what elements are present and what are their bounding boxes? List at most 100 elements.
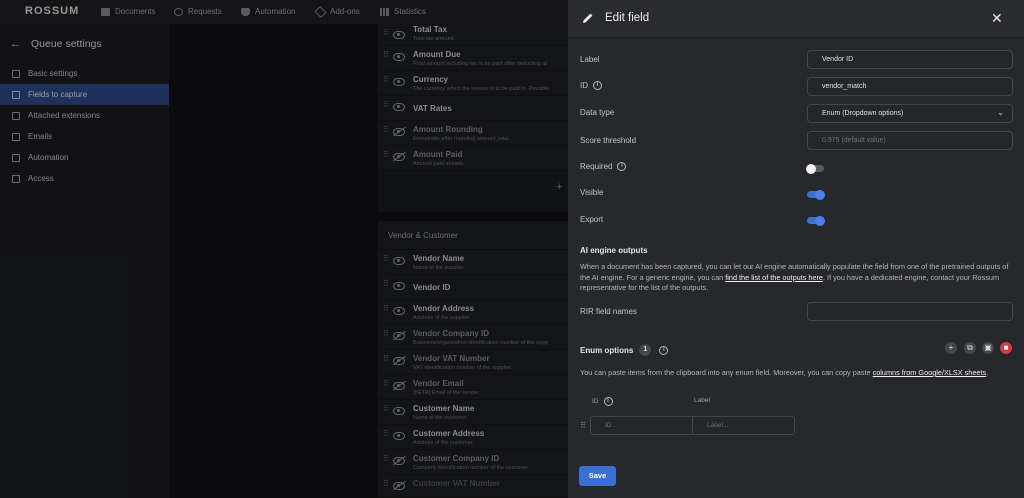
sidebar-item-attached-extensions[interactable]: Attached extensions [0,105,169,126]
field-row[interactable]: ⠿ Vendor Name Name of the supplier. [378,250,568,275]
eye-off-icon[interactable] [393,382,405,390]
option-label-input[interactable]: Label... [692,416,795,435]
eye-icon[interactable] [393,103,405,111]
drag-handle-icon[interactable]: ⠿ [383,151,389,159]
drag-handle-icon[interactable]: ⠿ [383,480,389,488]
option-id-input[interactable]: ID... [590,416,693,435]
required-toggle[interactable] [806,163,824,174]
sidebar-item-access[interactable]: Access [0,168,169,189]
automation-icon [241,7,250,16]
info-icon[interactable]: i [617,162,627,171]
nav-statistics[interactable]: Statistics [380,7,426,16]
eye-off-icon[interactable] [393,128,405,136]
field-name: Customer Company ID [413,454,500,463]
drag-handle-icon[interactable]: ⠿ [383,51,389,59]
field-row[interactable]: ⠿ Customer Company ID Company identificati… [378,450,568,475]
drag-handle-icon[interactable]: ⠿ [383,280,389,288]
id-input[interactable]: vendor_match [807,77,1013,96]
eye-icon[interactable] [393,257,405,265]
field-row[interactable]: ⠿ Amount Due Final amount including tax to… [378,46,568,71]
save-button[interactable]: Save [579,466,616,486]
statistics-icon [380,7,389,16]
eye-icon[interactable] [393,31,405,39]
nav-documents[interactable]: Documents [101,7,155,16]
nav-label: Add-ons [330,7,360,16]
sidebar-item-basic-settings[interactable]: Basic settings [0,63,169,84]
nav-requests[interactable]: Requests [174,7,222,16]
field-row[interactable]: ⠿ Customer VAT Number [378,475,568,498]
drag-handle-icon[interactable]: ⠿ [383,330,389,338]
score-threshold-input[interactable]: 0.975 (default value) [807,131,1013,150]
sidebar-item-fields-to-capture[interactable]: Fields to capture [0,84,169,105]
fields-icon [12,90,20,99]
sidebar-item-emails[interactable]: Emails [0,126,169,147]
field-name: Customer VAT Number [413,479,500,488]
data-type-select[interactable]: Enum (Dropdown options) ⌄ [807,104,1013,123]
eye-icon[interactable] [393,407,405,415]
sidebar-item-label: Access [28,174,54,183]
field-row[interactable]: ⠿ Amount Rounding Remainder after rounding… [378,121,568,146]
vendor-section: ⠿ Vendor Name Name of the supplier. ⠿ Vendo… [378,250,568,498]
rir-field-names-input[interactable] [807,302,1013,321]
eye-icon[interactable] [393,53,405,61]
drag-handle-icon[interactable]: ⠿ [383,430,389,438]
info-icon[interactable]: i [593,81,602,90]
drag-handle-icon[interactable]: ⠿ [383,126,389,134]
drag-handle-icon[interactable]: ⠿ [383,405,389,413]
eye-icon[interactable] [393,307,405,315]
export-toggle[interactable] [807,215,825,226]
data-type-label: Data type [580,108,615,117]
field-row[interactable]: ⠿ Customer Name Name of the customer. [378,400,568,425]
rossum-logo[interactable]: ROSSUM [25,5,79,17]
field-row[interactable]: ⠿ Customer Address Address of the customer… [378,425,568,450]
back-arrow-icon[interactable]: ← [10,38,21,50]
field-name: Currency [413,75,449,84]
info-icon[interactable]: i [603,397,613,406]
outputs-list-link[interactable]: find the list of the outputs here [725,273,823,282]
eye-off-icon[interactable] [393,482,405,490]
eye-off-icon[interactable] [393,332,405,340]
add-field-icon[interactable]: + [556,181,562,193]
sidebar-item-automation[interactable]: Automation [0,147,169,168]
section-header-vendor-customer[interactable]: Vendor & Customer [378,221,568,249]
eye-icon[interactable] [393,282,405,290]
info-icon[interactable]: i [659,345,669,355]
field-row[interactable]: ⠿ Total Tax Total tax amount. [378,24,568,46]
field-row[interactable]: ⠿ Vendor Email [BETA] Email of the sender. [378,375,568,400]
score-threshold-label: Score threshold [580,136,637,145]
trash-icon[interactable]: ■ [1000,342,1012,354]
nav-addons[interactable]: Add-ons [314,5,360,18]
drag-handle-icon[interactable]: ⠿ [383,455,389,463]
drag-handle-icon[interactable]: ⠿ [383,255,389,263]
sheets-columns-link[interactable]: columns from Google/XLSX sheets [873,368,987,377]
eye-off-icon[interactable] [393,153,405,161]
gear-icon [12,69,20,78]
field-row[interactable]: ⠿ Amount Paid Amount paid already. [378,146,568,171]
eye-off-icon[interactable] [393,357,405,365]
clipboard-icon[interactable]: ▣ [982,342,994,354]
label-input[interactable]: Vendor ID [807,50,1013,69]
field-description: Business/organization identification num… [413,340,548,346]
drag-handle-icon[interactable]: ⠿ [383,355,389,363]
copy-icon[interactable]: ⧉ [964,342,976,354]
drag-handle-icon[interactable]: ⠿ [383,101,389,109]
eye-off-icon[interactable] [393,457,405,465]
add-option-icon[interactable]: + [945,342,957,354]
visible-toggle[interactable] [807,189,825,200]
toggle-knob [815,215,825,226]
drag-handle-icon[interactable]: ⠿ [383,76,389,84]
drag-handle-icon[interactable]: ⠿ [383,380,389,388]
close-icon[interactable]: ✕ [991,10,1003,27]
nav-automation[interactable]: Automation [241,7,295,16]
field-row[interactable]: ⠿ Vendor VAT Number VAT identification num… [378,350,568,375]
field-row[interactable]: ⠿ Vendor Address Address of the supplier. [378,300,568,325]
drag-handle-icon[interactable]: ⠿ [383,29,389,37]
eye-icon[interactable] [393,78,405,86]
drag-handle-icon[interactable]: ⠿ [383,305,389,313]
field-row[interactable]: ⠿ Vendor Company ID Business/organization … [378,325,568,350]
field-row[interactable]: ⠿ VAT Rates [378,96,568,121]
drag-handle-icon[interactable]: ⠿ [580,421,586,430]
eye-icon[interactable] [393,432,405,440]
field-row[interactable]: ⠿ Currency The currency which the invoice … [378,71,568,96]
field-row[interactable]: ⠿ Vendor ID [378,275,568,300]
